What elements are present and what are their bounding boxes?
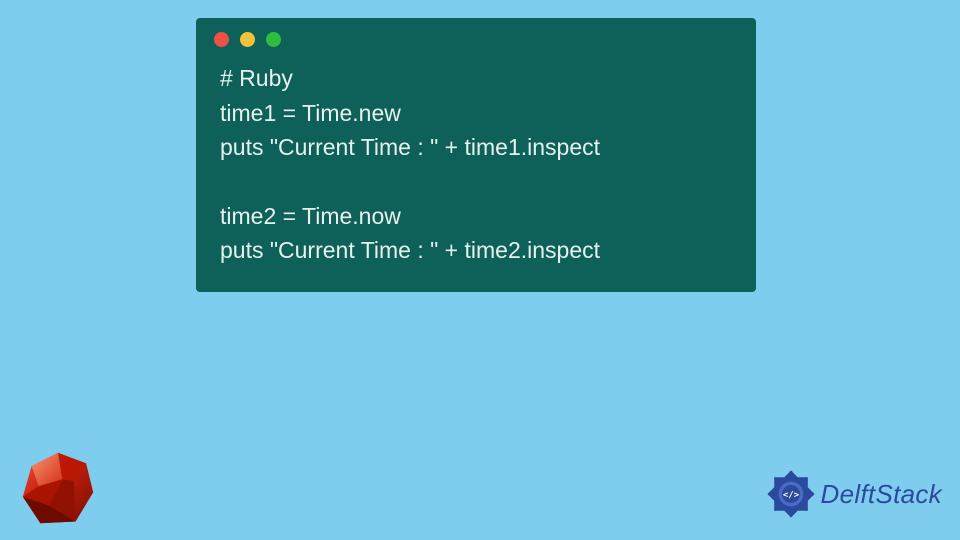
svg-text:</>: </> [782,490,798,500]
code-line: time1 = Time.new [220,96,732,131]
window-controls [196,18,756,55]
code-line: time2 = Time.now [220,199,732,234]
code-content: # Ruby time1 = Time.new puts "Current Ti… [196,55,756,272]
code-line [220,165,732,199]
delftstack-text: DelftStack [821,479,943,510]
delftstack-logo: </> DelftStack [763,466,943,522]
maximize-dot-icon [266,32,281,47]
code-line: puts "Current Time : " + time1.inspect [220,130,732,165]
code-window: # Ruby time1 = Time.new puts "Current Ti… [196,18,756,292]
code-line: # Ruby [220,61,732,96]
close-dot-icon [214,32,229,47]
ruby-logo-icon [14,444,102,532]
delftstack-icon: </> [763,466,819,522]
code-line: puts "Current Time : " + time2.inspect [220,233,732,268]
minimize-dot-icon [240,32,255,47]
